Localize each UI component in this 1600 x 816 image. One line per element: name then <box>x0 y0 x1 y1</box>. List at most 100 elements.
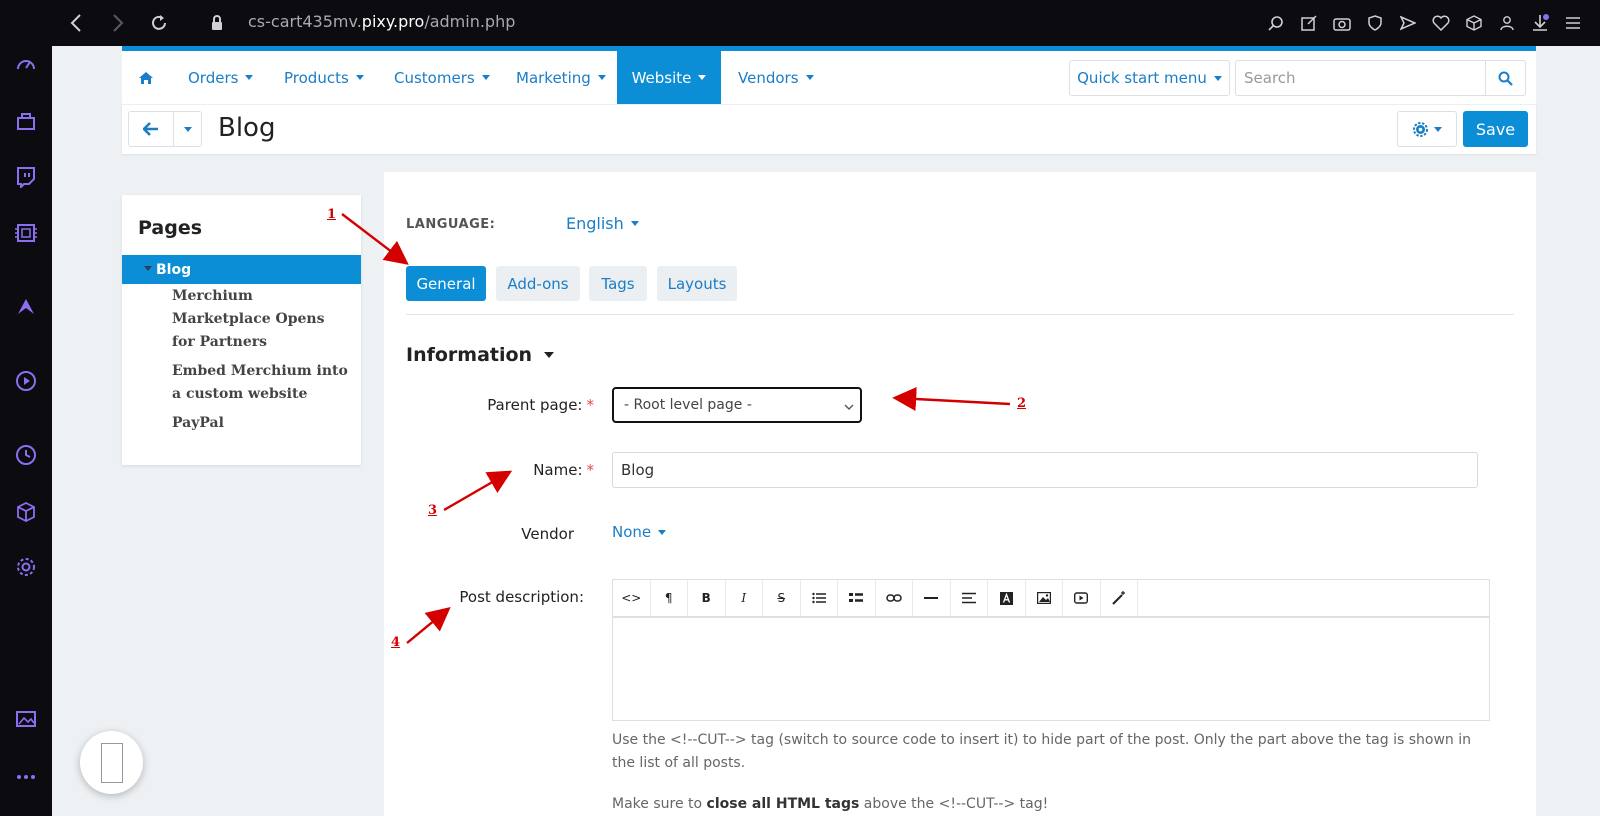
search-input[interactable]: Search <box>1235 60 1485 96</box>
back-dropdown-button[interactable] <box>174 111 202 147</box>
vendor-value: None <box>612 523 652 541</box>
help-bold: close all HTML tags <box>706 796 860 812</box>
parent-page-select[interactable]: - Root level page - <box>612 387 862 423</box>
extensions-cube-icon[interactable] <box>13 499 39 525</box>
name-label-text: Name: <box>533 461 583 479</box>
bag-icon[interactable] <box>13 108 39 134</box>
code-icon[interactable]: <> <box>613 580 651 616</box>
page-title: Blog <box>218 113 276 143</box>
unordered-list-icon[interactable] <box>801 580 838 616</box>
home-icon[interactable] <box>122 51 170 104</box>
section-information-toggle[interactable]: Information <box>406 344 555 366</box>
settings-icon[interactable] <box>13 554 39 580</box>
player-icon[interactable] <box>13 368 39 394</box>
bold-icon[interactable]: B <box>688 580 726 616</box>
browser-sidebar <box>0 46 52 816</box>
aria-icon[interactable] <box>13 294 39 320</box>
language-label: LANGUAGE: <box>406 217 496 232</box>
download-icon[interactable] <box>1526 9 1553 37</box>
parent-page-value: - Root level page - <box>624 397 752 413</box>
floating-widget-button[interactable] <box>80 731 143 794</box>
tab-layouts[interactable]: Layouts <box>657 266 737 301</box>
admin-top-nav: Orders Products Customers Marketing Webs… <box>122 46 1536 104</box>
send-icon[interactable] <box>1394 9 1421 37</box>
nav-customers[interactable]: Customers <box>394 51 490 104</box>
chip-icon[interactable] <box>13 220 39 246</box>
help-pre: Make sure to <box>612 796 707 812</box>
page-tree-item[interactable]: Embed Merchium into a custom website <box>172 360 352 406</box>
strikethrough-icon[interactable]: S <box>763 580 801 616</box>
share-icon[interactable] <box>1295 9 1322 37</box>
twitch-icon[interactable] <box>13 164 39 190</box>
menu-icon[interactable] <box>1559 9 1586 37</box>
align-icon[interactable] <box>951 580 988 616</box>
save-button[interactable]: Save <box>1463 111 1528 147</box>
italic-icon[interactable]: I <box>726 580 763 616</box>
chevron-down-icon <box>698 75 707 80</box>
chevron-down-icon <box>355 75 364 80</box>
nav-marketing[interactable]: Marketing <box>516 51 606 104</box>
nav-vendors[interactable]: Vendors <box>738 51 814 104</box>
forward-icon[interactable] <box>104 9 132 37</box>
page-title-bar: Blog Save <box>122 104 1536 154</box>
page-tree-item-active[interactable]: Blog <box>122 255 361 284</box>
profile-icon[interactable] <box>1493 9 1520 37</box>
back-icon[interactable] <box>62 9 90 37</box>
main-content: LANGUAGE: English General Add-ons Tags L… <box>384 172 1536 816</box>
speed-dial-icon[interactable] <box>13 52 39 78</box>
camera-icon[interactable] <box>1328 9 1355 37</box>
browser-tools <box>1262 9 1586 37</box>
page-tree-item[interactable]: PayPal <box>172 412 352 435</box>
image-icon[interactable] <box>1026 580 1063 616</box>
tab-add-ons[interactable]: Add-ons <box>496 266 580 301</box>
name-value: Blog <box>621 461 655 479</box>
magic-wand-icon[interactable] <box>1101 580 1138 616</box>
nav-website[interactable]: Website <box>617 51 721 104</box>
gear-icon <box>1412 121 1428 137</box>
browser-toolbar: cs-cart435mv.pixy.pro/admin.php <box>0 0 1600 46</box>
lock-icon <box>203 9 231 37</box>
vendor-selector[interactable]: None <box>612 523 667 541</box>
section-title: Information <box>406 344 533 366</box>
post-description-editor[interactable]: <> ¶ B I S <box>612 579 1490 721</box>
cube-icon[interactable] <box>1460 9 1487 37</box>
help-post: above the <!--CUT--> tag! <box>859 796 1049 812</box>
shield-icon[interactable] <box>1361 9 1388 37</box>
broken-image-icon <box>100 742 123 783</box>
font-color-icon[interactable] <box>988 580 1026 616</box>
annotation-number: 1 <box>327 207 337 222</box>
gallery-icon[interactable] <box>13 706 39 732</box>
arrow-left-icon <box>143 122 158 136</box>
paragraph-icon[interactable]: ¶ <box>651 580 688 616</box>
search-icon <box>1498 71 1513 86</box>
nav-products[interactable]: Products <box>284 51 364 104</box>
zoom-icon[interactable] <box>1262 9 1289 37</box>
tree-toggle-icon[interactable] <box>144 266 152 271</box>
name-field[interactable]: Blog <box>612 452 1478 488</box>
settings-dropdown-button[interactable] <box>1397 111 1457 147</box>
reload-icon[interactable] <box>145 9 173 37</box>
language-value: English <box>566 214 624 233</box>
back-button[interactable] <box>128 111 174 147</box>
more-icon[interactable] <box>13 764 39 790</box>
heart-icon[interactable] <box>1427 9 1454 37</box>
video-icon[interactable] <box>1063 580 1101 616</box>
horizontal-rule-icon[interactable] <box>913 580 951 616</box>
address-bar[interactable]: cs-cart435mv.pixy.pro/admin.php <box>248 12 515 31</box>
nav-vendors-label: Vendors <box>738 68 799 87</box>
parent-page-label-text: Parent page: <box>487 396 583 414</box>
page-tree-item[interactable]: Merchium Marketplace Opens for Partners <box>172 285 352 354</box>
tab-tags[interactable]: Tags <box>589 266 647 301</box>
language-selector[interactable]: English <box>566 214 639 233</box>
chevron-down-icon <box>245 75 254 80</box>
search-placeholder: Search <box>1244 69 1296 87</box>
quick-start-menu-button[interactable]: Quick start menu <box>1069 60 1230 96</box>
history-icon[interactable] <box>13 442 39 468</box>
search-button[interactable] <box>1485 60 1526 96</box>
nav-orders[interactable]: Orders <box>188 51 254 104</box>
ordered-list-icon[interactable] <box>838 580 876 616</box>
chevron-down-icon <box>183 126 192 132</box>
tab-general[interactable]: General <box>406 266 486 301</box>
link-icon[interactable] <box>876 580 913 616</box>
chevron-down-icon <box>1433 126 1442 132</box>
